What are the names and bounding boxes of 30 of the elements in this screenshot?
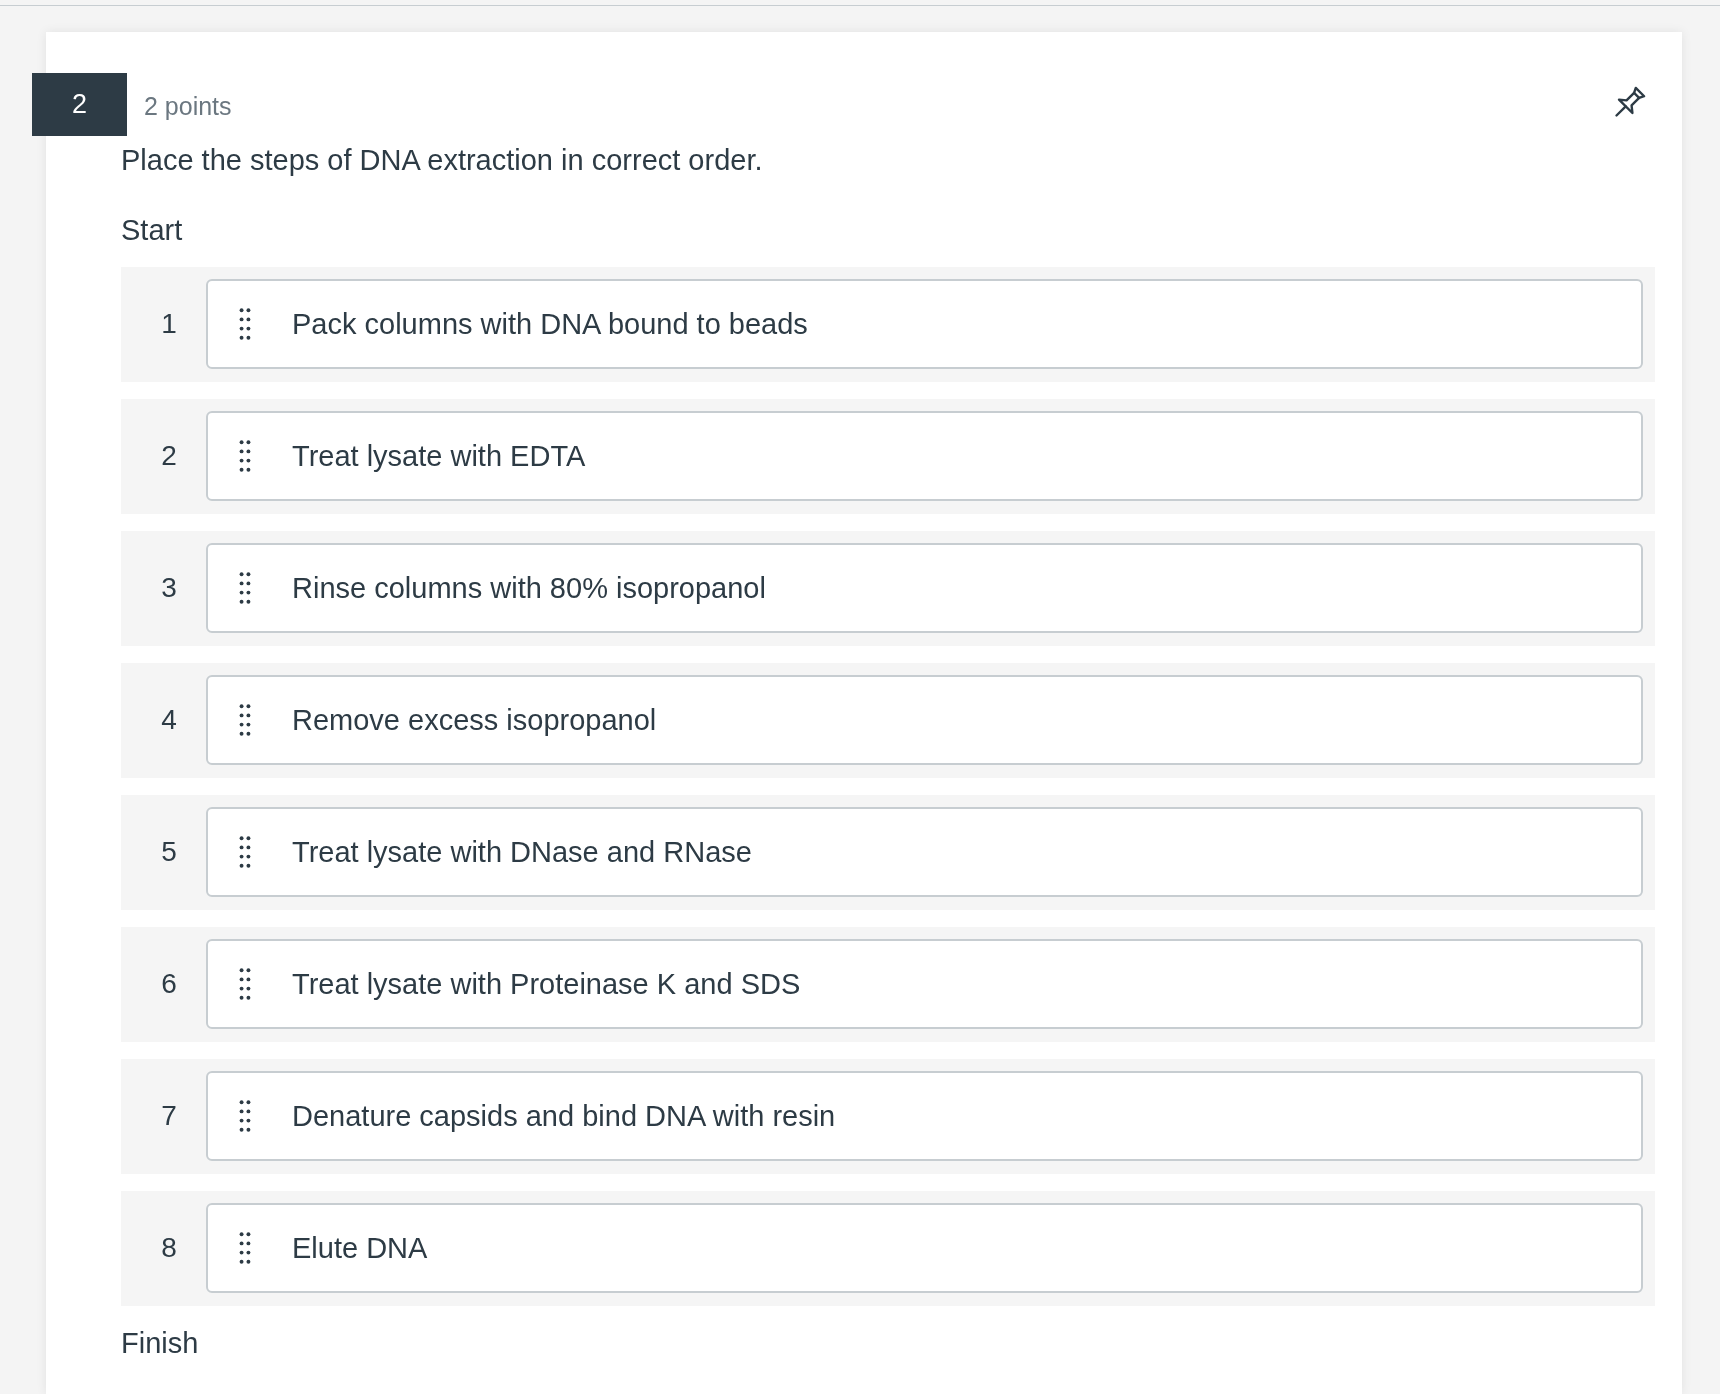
finish-label: Finish	[121, 1326, 200, 1361]
position-number: 2	[160, 440, 178, 472]
draggable-item[interactable]: Treat lysate with Proteinase K and SDS	[206, 939, 1643, 1029]
drag-handle-icon[interactable]	[239, 1232, 251, 1264]
position-number: 8	[160, 1232, 178, 1264]
drag-handle-icon[interactable]	[239, 836, 251, 868]
position-number: 5	[160, 836, 178, 868]
draggable-item[interactable]: Rinse columns with 80% isopropanol	[206, 543, 1643, 633]
position-number: 6	[160, 968, 178, 1000]
drag-handle-icon[interactable]	[239, 572, 251, 604]
question-text: Place the steps of DNA extraction in correct order.	[121, 143, 764, 178]
drag-handle-icon[interactable]	[239, 1100, 251, 1132]
start-label: Start	[121, 213, 184, 248]
draggable-item[interactable]: Denature capsids and bind DNA with resin	[206, 1071, 1643, 1161]
draggable-item[interactable]: Remove excess isopropanol	[206, 675, 1643, 765]
drag-handle-icon[interactable]	[239, 968, 251, 1000]
position-number: 7	[160, 1100, 178, 1132]
question-number: 2	[32, 73, 127, 136]
drag-handle-icon[interactable]	[239, 308, 251, 340]
draggable-item[interactable]: Elute DNA	[206, 1203, 1643, 1293]
position-number: 4	[160, 704, 178, 736]
drag-handle-icon[interactable]	[239, 440, 251, 472]
position-number: 1	[160, 308, 178, 340]
pin-icon[interactable]	[1614, 86, 1646, 118]
draggable-item[interactable]: Pack columns with DNA bound to beads	[206, 279, 1643, 369]
drag-handle-icon[interactable]	[239, 704, 251, 736]
draggable-item[interactable]: Treat lysate with EDTA	[206, 411, 1643, 501]
draggable-item[interactable]: Treat lysate with DNase and RNase	[206, 807, 1643, 897]
position-number: 3	[160, 572, 178, 604]
points-label: 2 points	[144, 91, 232, 121]
